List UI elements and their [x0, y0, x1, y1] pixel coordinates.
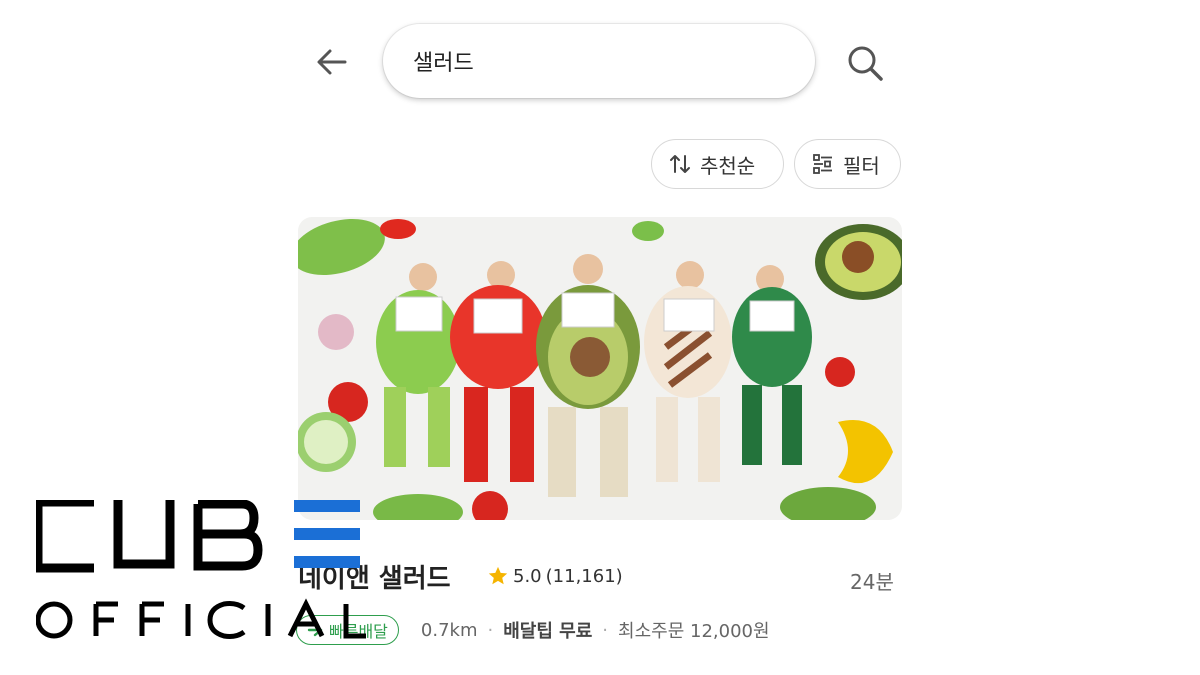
back-button[interactable] [310, 40, 354, 84]
avocado-pit [842, 241, 874, 273]
cube-logo [33, 497, 366, 639]
search-icon [848, 46, 883, 81]
sort-button[interactable]: 추천순 [651, 139, 784, 189]
back-arrow-icon [317, 49, 347, 75]
delivery-tip: 배달팁 무료 [503, 621, 593, 642]
separator-dot: · [487, 619, 494, 641]
review-count: (11,161) [545, 565, 623, 587]
search-field[interactable] [383, 24, 815, 98]
banner-photo [298, 217, 902, 520]
distance: 0.7km [420, 619, 478, 641]
store-banner-image[interactable] [298, 217, 902, 520]
minimum-order: 최소주문 12,000원 [618, 621, 770, 642]
store-rating: 5.0 (11,161) [487, 565, 623, 587]
star-icon [488, 566, 508, 585]
sort-label: 추천순 [700, 153, 756, 178]
filter-button[interactable]: 필터 [794, 139, 901, 189]
sort-icon [670, 155, 690, 173]
cube-official-watermark [33, 497, 376, 650]
delivery-time: 24분 [850, 570, 894, 594]
separator-dot: · [602, 619, 609, 641]
search-button[interactable] [842, 40, 888, 86]
radish [318, 314, 354, 350]
filter-icon [813, 154, 832, 174]
tomato-right [825, 357, 855, 387]
search-input[interactable] [411, 47, 775, 75]
filter-label: 필터 [843, 153, 880, 178]
red-pepper [380, 219, 416, 239]
cucumber-top [632, 221, 664, 241]
rating-value: 5.0 [513, 565, 542, 587]
